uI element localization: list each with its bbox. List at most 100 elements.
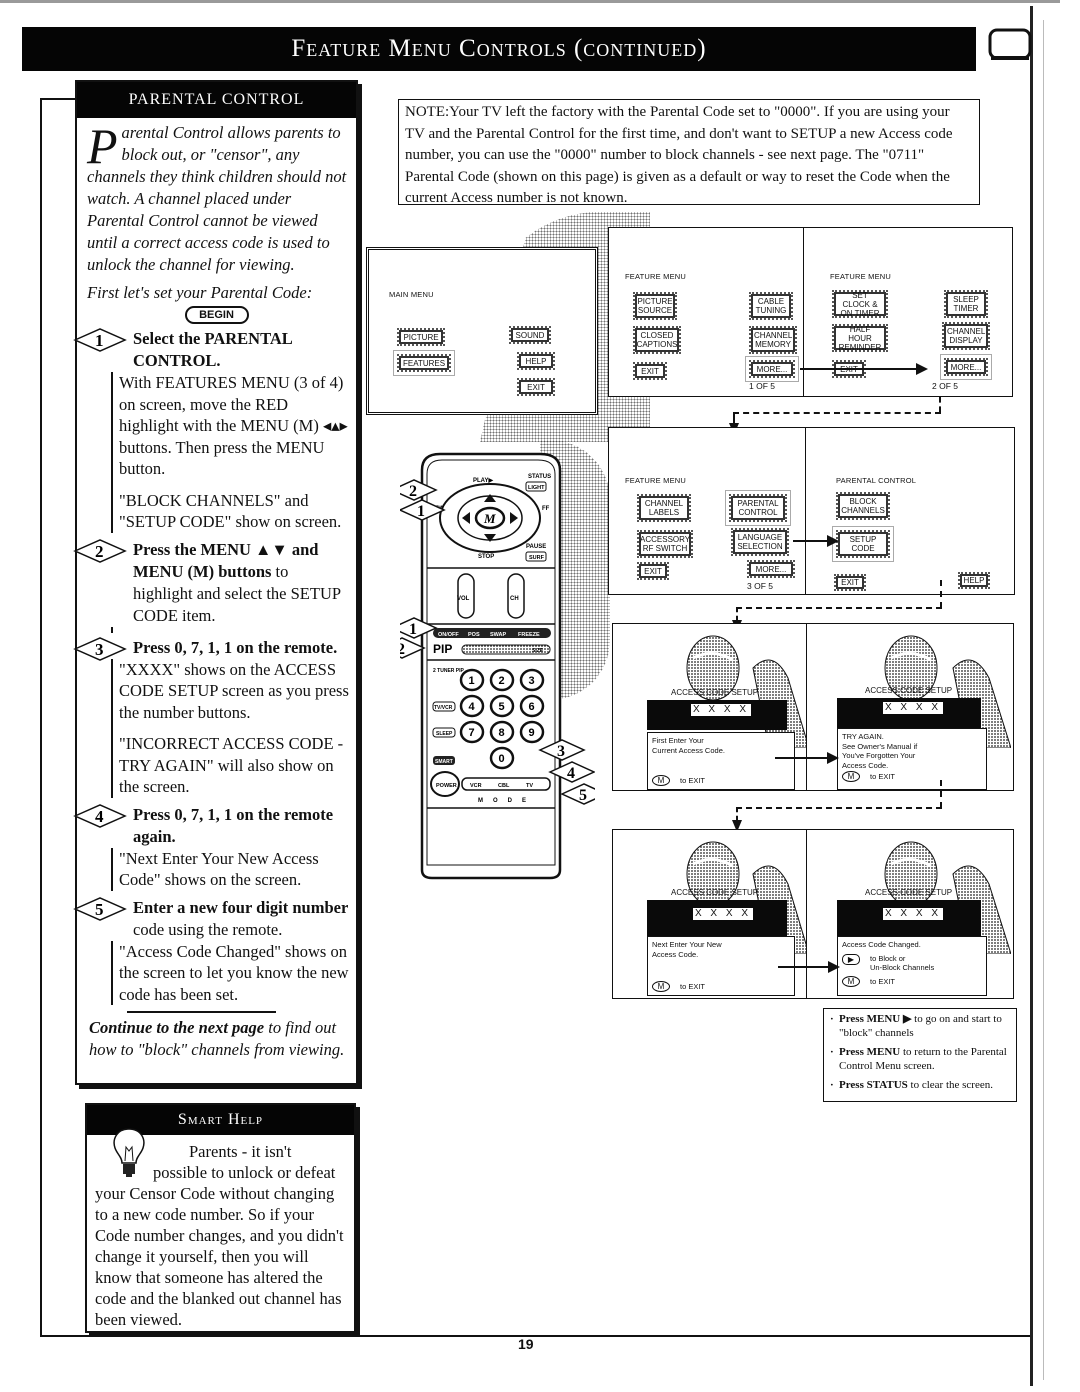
bottom-rule bbox=[40, 1335, 1030, 1337]
step-2-diamond-icon: 2 bbox=[73, 538, 127, 563]
note-box: NOTE:Your TV left the factory with the P… bbox=[398, 99, 980, 206]
step-3-paragraph-1: "XXXX" shows on the ACCESS CODE SETUP sc… bbox=[119, 659, 349, 722]
access-message: First Enter Your Current Access Code. Mt… bbox=[647, 732, 795, 790]
continue-bold: Continue to the next page bbox=[89, 1018, 265, 1037]
parental-control-header: PARENTAL CONTROL bbox=[77, 82, 356, 118]
message-line: You've Forgotten Your bbox=[842, 751, 916, 760]
step-2-heading: Press the MENU ▲▼ and MENU (M) buttons bbox=[133, 539, 319, 581]
svg-text:2: 2 bbox=[95, 542, 104, 561]
exit-button: EXIT bbox=[834, 574, 866, 591]
exit-button: EXIT bbox=[637, 562, 669, 580]
intro-text: arental Control allows parents to block … bbox=[87, 123, 347, 274]
help-button: HELP bbox=[958, 572, 990, 589]
digit-key-label: 4 bbox=[469, 701, 476, 713]
feature-menu-3-screen: FEATURE MENU CHANNEL LABELS PARENTAL CON… bbox=[608, 427, 807, 595]
arrow-right bbox=[800, 363, 928, 375]
step-1-heading: Select the PARENTAL CONTROL. bbox=[133, 329, 292, 370]
m-button-icon: M bbox=[842, 975, 860, 987]
flow-dash bbox=[736, 607, 738, 621]
access-title: ACCESS CODE SETUP bbox=[671, 888, 759, 897]
m-button-icon: M bbox=[652, 981, 670, 992]
access-code-field: X X X X bbox=[693, 908, 753, 920]
tips-box: Press MENU ▶ to go on and start to "bloc… bbox=[823, 1008, 1017, 1102]
swap-label: SWAP bbox=[490, 632, 507, 638]
setup-code-button: SETUP CODE bbox=[836, 530, 890, 558]
cbl-label: CBL bbox=[498, 783, 510, 789]
step-1-paragraph-1: With FEATURES MENU (3 of 4) on screen, m… bbox=[119, 373, 348, 478]
main-exit-button: EXIT bbox=[517, 378, 555, 396]
svg-text:4: 4 bbox=[95, 807, 104, 826]
parental-control-menu-screen: PARENTAL CONTROL BLOCK CHANNELS SETUP CO… bbox=[805, 427, 1015, 595]
step-4: 4 Press 0, 7, 1, 1 on the remote again. … bbox=[73, 803, 350, 891]
channel-labels-button: CHANNEL LABELS bbox=[637, 494, 691, 522]
access-screen-1: ACCESS CODE SETUP X X X X First Enter Yo… bbox=[612, 623, 809, 791]
main-picture-button: PICTURE bbox=[397, 328, 445, 346]
sleep-timer-button: SLEEP TIMER bbox=[944, 290, 988, 318]
svg-text:3: 3 bbox=[95, 640, 104, 659]
begin-badge: BEGIN bbox=[184, 306, 249, 324]
access-screen-2: ACCESS CODE SETUP X X X X TRY AGAIN. See… bbox=[806, 623, 1014, 791]
arrow-right bbox=[775, 752, 839, 764]
step-5: 5 Enter a new four digit number code usi… bbox=[73, 896, 350, 1005]
message-line: Access Code Changed. bbox=[842, 940, 921, 949]
feature-menu-3-title: FEATURE MENU bbox=[625, 476, 687, 485]
arrow-right bbox=[793, 535, 839, 547]
callout-number: 1 bbox=[409, 621, 417, 638]
set-clock-button: SET CLOCK & ON TIMER bbox=[832, 290, 888, 318]
callout-number: 3 bbox=[557, 743, 565, 760]
access-title: ACCESS CODE SETUP bbox=[865, 686, 953, 695]
flow-dash bbox=[940, 580, 942, 608]
m-key-label: M bbox=[483, 511, 496, 526]
flow-dash bbox=[940, 780, 942, 808]
sleep-label: SLEEP bbox=[436, 731, 453, 737]
tv-label: TV bbox=[526, 783, 533, 789]
flow-dash bbox=[736, 607, 942, 609]
vcr-label: VCR bbox=[470, 783, 482, 789]
play-label: PLAY▶ bbox=[473, 477, 493, 484]
picture-source-button: PICTURE SOURCE bbox=[633, 292, 677, 320]
left-frame-top bbox=[40, 98, 76, 100]
step-5-heading: Enter a new four digit number bbox=[133, 897, 349, 917]
digit-key-label: 7 bbox=[469, 727, 475, 739]
language-selection-button: LANGUAGE SELECTION bbox=[731, 528, 789, 556]
step-3-paragraph-2: "INCORRECT ACCESS CODE - TRY AGAIN" will… bbox=[119, 734, 344, 796]
intro-paragraph: Parental Control allows parents to block… bbox=[77, 118, 356, 276]
digit-key-label: 0 bbox=[499, 753, 505, 765]
callout-number: 2 bbox=[409, 483, 417, 500]
svg-text:5: 5 bbox=[95, 900, 104, 919]
digit-key-label: 5 bbox=[499, 701, 505, 713]
digit-key-label: 1 bbox=[469, 675, 475, 687]
callout-number: 4 bbox=[567, 765, 575, 782]
step-1-paragraph-2: "BLOCK CHANNELS" and "SETUP CODE" show o… bbox=[119, 490, 342, 532]
light-key-label: LIGHT bbox=[528, 485, 545, 491]
step-3-diamond-icon: 3 bbox=[73, 636, 127, 661]
main-features-button: FEATURES bbox=[397, 354, 451, 372]
surf-key-label: SURF bbox=[529, 555, 545, 561]
tip-text: to clear the screen. bbox=[907, 1079, 993, 1091]
message-line: TRY AGAIN. bbox=[842, 732, 884, 741]
step-1-number: 1 bbox=[95, 331, 104, 350]
tip-item: Press MENU ▶ to go on and start to "bloc… bbox=[830, 1012, 1012, 1040]
step-3-heading: Press 0, 7, 1, 1 on the remote. bbox=[133, 637, 338, 657]
continue-note: Continue to the next page to find out ho… bbox=[77, 1017, 356, 1061]
accessory-rf-switch-button: ACCESSORY RF SWITCH bbox=[637, 530, 693, 558]
page-indicator: 2 OF 5 bbox=[932, 381, 958, 391]
pos-label: POS bbox=[468, 632, 480, 638]
flow-dash bbox=[736, 807, 738, 821]
exit-hint: to EXIT bbox=[870, 772, 896, 781]
main-sound-button: SOUND bbox=[509, 326, 551, 344]
digit-key-label: 8 bbox=[499, 727, 505, 739]
access-screen-3: ACCESS CODE SETUP X X X X Next Enter You… bbox=[612, 829, 809, 999]
step-5-diamond-icon: 5 bbox=[73, 896, 127, 921]
message-line: Access Code. bbox=[842, 760, 889, 770]
step-4-paragraph-1: "Next Enter Your New Access Code" shows … bbox=[119, 848, 319, 890]
step-1: 1 Select the PARENTAL CONTROL. With FEAT… bbox=[73, 328, 350, 533]
step-4-heading: Press 0, 7, 1, 1 on the remote again. bbox=[133, 804, 334, 846]
feature-menu-2-title: FEATURE MENU bbox=[830, 272, 892, 281]
tv-icon bbox=[988, 28, 1032, 60]
pause-label: PAUSE bbox=[526, 544, 546, 550]
callout-number: 2 bbox=[400, 641, 405, 658]
access-message: Access Code Changed. ▶ to Block or Un-Blo… bbox=[837, 936, 987, 996]
page-title: Feature Menu Controls (continued) bbox=[22, 27, 976, 71]
step-4-diamond-icon: 4 bbox=[73, 803, 127, 828]
